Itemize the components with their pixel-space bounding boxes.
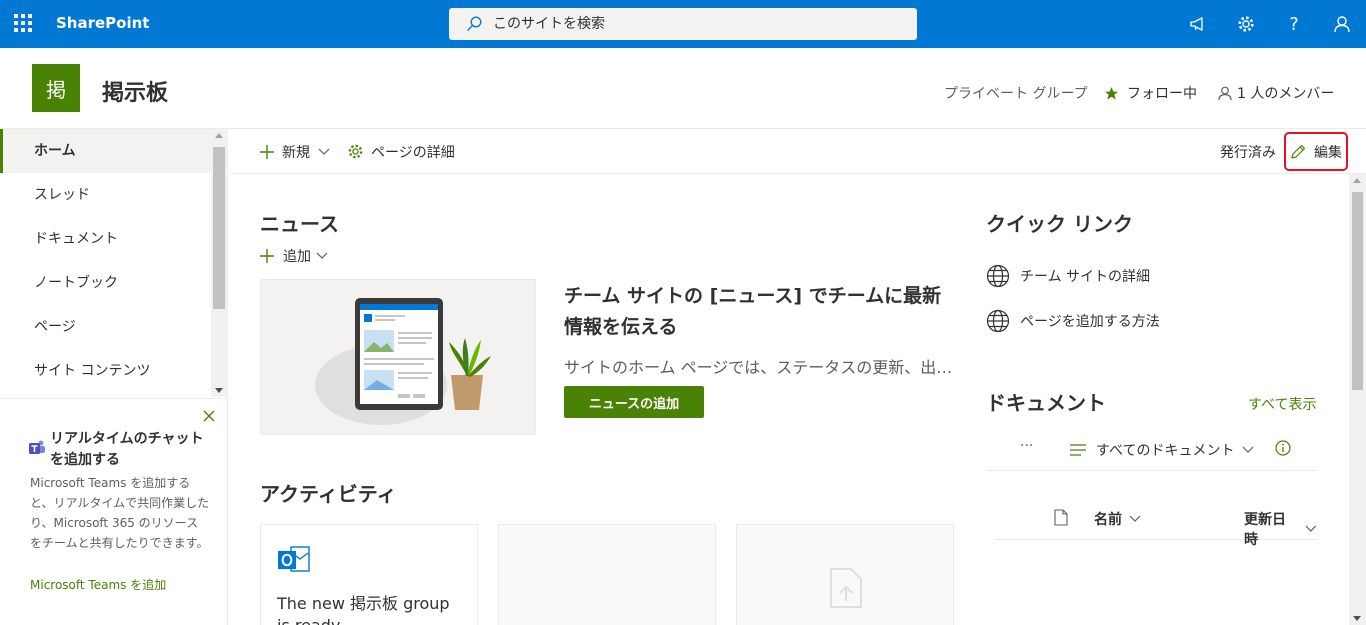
nav-item-home[interactable]: ホーム bbox=[0, 129, 211, 173]
left-navigation: ホーム スレッド ドキュメント ノートブック ページ サイト コンテンツ リアル… bbox=[0, 129, 228, 625]
outlook-icon bbox=[278, 546, 310, 572]
quick-link-label: ページを追加する方法 bbox=[1020, 314, 1160, 330]
main-scrollbar[interactable] bbox=[1349, 174, 1366, 625]
activity-card-placeholder bbox=[498, 524, 716, 625]
documents-title: ドキュメント bbox=[986, 391, 1106, 415]
app-brand[interactable]: SharePoint bbox=[56, 14, 149, 32]
activity-title: アクティビティ bbox=[260, 482, 397, 506]
chevron-down-icon bbox=[318, 148, 330, 155]
site-header: 掲 掲示板 プライベート グループ フォロー中 1 人のメンバー bbox=[0, 48, 1366, 129]
column-name-label: 名前 bbox=[1094, 512, 1122, 528]
globe-icon bbox=[986, 264, 1010, 288]
members-button[interactable]: 1 人のメンバー bbox=[1218, 83, 1334, 103]
quick-link-item[interactable]: ページを追加する方法 bbox=[986, 309, 1160, 333]
site-logo[interactable]: 掲 bbox=[32, 64, 80, 112]
nav-item-documents[interactable]: ドキュメント bbox=[0, 217, 211, 261]
pencil-icon bbox=[1291, 144, 1306, 159]
chevron-down-icon bbox=[1129, 515, 1141, 522]
documents-column-header: 名前 更新日時 bbox=[994, 496, 1317, 548]
chevron-down-icon bbox=[1305, 525, 1317, 532]
page-details-button[interactable]: ページの詳細 bbox=[347, 129, 455, 174]
chevron-down-icon bbox=[1243, 446, 1254, 453]
new-label: 新規 bbox=[282, 144, 310, 161]
page-details-label: ページの詳細 bbox=[371, 144, 455, 161]
members-label: 1 人のメンバー bbox=[1237, 86, 1335, 102]
help-icon[interactable]: ? bbox=[1282, 12, 1306, 36]
search-icon bbox=[467, 16, 482, 31]
new-button[interactable]: 新規 bbox=[260, 129, 330, 174]
teams-promo-description: Microsoft Teams を追加すると、リアルタイムで共同作業したり、Mi… bbox=[30, 476, 210, 550]
column-modified[interactable]: 更新日時 bbox=[1244, 509, 1317, 549]
quick-links-title: クイック リンク bbox=[986, 212, 1133, 236]
activity-card[interactable]: The new 掲示板 group is ready bbox=[260, 524, 478, 625]
nav-scrollbar[interactable] bbox=[211, 129, 228, 397]
add-news-button[interactable]: ニュースの追加 bbox=[564, 386, 704, 418]
list-icon bbox=[1070, 444, 1086, 456]
file-icon bbox=[1054, 509, 1068, 526]
nav-list: ホーム スレッド ドキュメント ノートブック ページ サイト コンテンツ bbox=[0, 129, 211, 397]
news-heading[interactable]: チーム サイトの [ニュース] でチームに最新情報を伝える bbox=[564, 281, 944, 343]
suite-bar: SharePoint ? bbox=[0, 0, 1366, 48]
documents-toolbar: ··· すべてのドキュメント bbox=[986, 428, 1317, 471]
chevron-down-icon bbox=[316, 252, 328, 259]
activity-card-placeholder bbox=[736, 524, 954, 625]
person-icon bbox=[1218, 86, 1232, 100]
star-icon bbox=[1104, 86, 1119, 100]
nav-scroll-thumb[interactable] bbox=[213, 147, 225, 309]
plus-icon bbox=[260, 249, 274, 263]
news-illustration bbox=[260, 279, 536, 435]
scroll-down-icon[interactable] bbox=[1353, 616, 1361, 621]
nav-item-site-contents[interactable]: サイト コンテンツ bbox=[0, 349, 211, 393]
news-add-label: 追加 bbox=[283, 249, 311, 265]
group-type-label: プライベート グループ bbox=[944, 86, 1088, 102]
scroll-up-icon[interactable] bbox=[215, 133, 223, 138]
waffle-icon[interactable] bbox=[14, 14, 32, 32]
person-icon[interactable] bbox=[1330, 12, 1354, 36]
plus-icon bbox=[260, 144, 274, 159]
view-selector[interactable]: すべてのドキュメント bbox=[1070, 440, 1254, 460]
more-icon[interactable]: ··· bbox=[1020, 438, 1033, 454]
search-input[interactable] bbox=[493, 8, 893, 40]
file-upload-icon bbox=[830, 568, 862, 608]
edit-label: 編集 bbox=[1314, 144, 1342, 161]
activity-card-text: The new 掲示板 group is ready bbox=[277, 594, 450, 625]
news-add-button[interactable]: 追加 bbox=[260, 246, 328, 266]
publish-status: 発行済み bbox=[1220, 144, 1276, 161]
view-label: すべてのドキュメント bbox=[1096, 443, 1235, 459]
nav-item-notebook[interactable]: ノートブック bbox=[0, 261, 211, 305]
news-title: ニュース bbox=[260, 212, 339, 236]
scroll-down-icon[interactable] bbox=[215, 388, 223, 393]
nav-item-pages[interactable]: ページ bbox=[0, 305, 211, 349]
teams-promo-panel: リアルタイムのチャットを追加する Microsoft Teams を追加すると、… bbox=[0, 398, 228, 625]
edit-button[interactable]: 編集 bbox=[1284, 132, 1348, 171]
globe-icon bbox=[986, 309, 1010, 333]
column-name[interactable]: 名前 bbox=[1094, 509, 1141, 529]
add-teams-link[interactable]: Microsoft Teams を追加 bbox=[30, 576, 166, 593]
quick-link-label: チーム サイトの詳細 bbox=[1020, 269, 1151, 285]
quick-link-item[interactable]: チーム サイトの詳細 bbox=[986, 264, 1150, 288]
teams-icon bbox=[29, 440, 45, 454]
teams-promo-title: リアルタイムのチャットを追加する bbox=[50, 431, 204, 468]
site-title[interactable]: 掲示板 bbox=[102, 75, 168, 107]
nav-item-threads[interactable]: スレッド bbox=[0, 173, 211, 217]
info-icon[interactable] bbox=[1275, 440, 1291, 456]
follow-button[interactable]: フォロー中 bbox=[1104, 83, 1197, 103]
command-bar: 新規 ページの詳細 発行済み 編集 bbox=[229, 129, 1366, 174]
column-modified-label: 更新日時 bbox=[1244, 512, 1286, 548]
scroll-up-icon[interactable] bbox=[1353, 178, 1361, 183]
main-scroll-thumb[interactable] bbox=[1352, 192, 1363, 390]
news-description: サイトのホーム ページでは、ステータスの更新、出張レポートなど bbox=[564, 358, 954, 377]
search-box[interactable] bbox=[449, 8, 917, 40]
follow-label: フォロー中 bbox=[1127, 86, 1197, 102]
gear-icon bbox=[348, 144, 363, 159]
megaphone-icon[interactable] bbox=[1186, 12, 1210, 36]
see-all-link[interactable]: すべて表示 bbox=[1248, 394, 1316, 414]
close-icon[interactable] bbox=[203, 407, 215, 426]
gear-icon[interactable] bbox=[1234, 12, 1258, 36]
